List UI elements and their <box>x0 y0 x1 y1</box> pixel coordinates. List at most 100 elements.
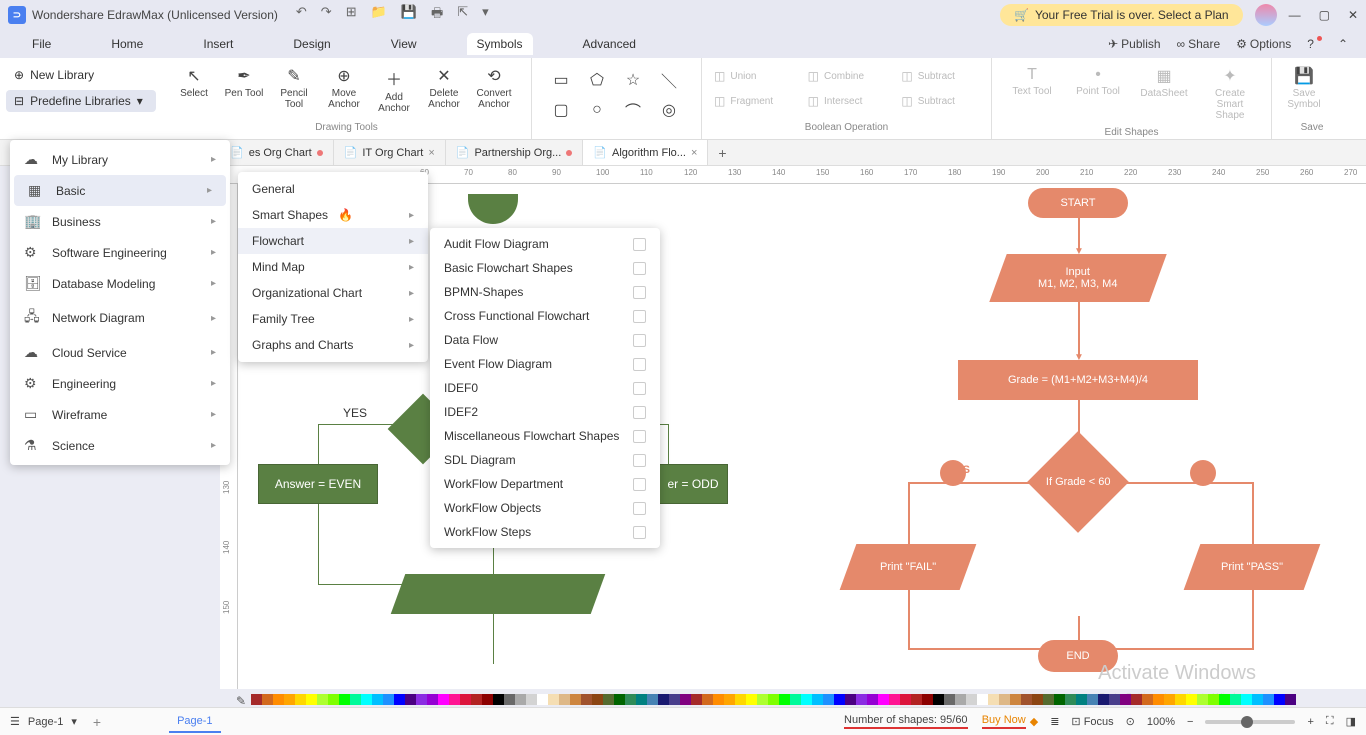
qat-more-icon[interactable]: ▾ <box>482 4 489 26</box>
maximize-button[interactable]: ▢ <box>1319 8 1330 22</box>
library-subcategory-menu[interactable]: GeneralSmart Shapes🔥▸Flowchart▸Mind Map▸… <box>238 172 428 362</box>
color-swatch[interactable] <box>988 694 999 705</box>
save-symbol-button[interactable]: 💾 Save Symbol <box>1280 62 1328 114</box>
color-swatch[interactable] <box>647 694 658 705</box>
flowchart-lib-workflow-objects[interactable]: WorkFlow Objects <box>430 496 660 520</box>
checkbox[interactable] <box>633 286 646 299</box>
flowchart-lib-data-flow[interactable]: Data Flow <box>430 328 660 352</box>
bool-combine[interactable]: ◫Combine <box>804 65 890 87</box>
color-swatch[interactable] <box>592 694 603 705</box>
color-swatch[interactable] <box>427 694 438 705</box>
lib-cat-business[interactable]: 🏢Business▸ <box>10 206 230 237</box>
color-swatch[interactable] <box>405 694 416 705</box>
flowchart-lib-workflow-department[interactable]: WorkFlow Department <box>430 472 660 496</box>
color-swatch[interactable] <box>823 694 834 705</box>
share-button[interactable]: ∞ Share <box>1177 37 1221 51</box>
color-swatch[interactable] <box>746 694 757 705</box>
close-tab-icon[interactable]: × <box>691 147 697 159</box>
zoom-slider[interactable] <box>1205 720 1295 724</box>
undo-icon[interactable]: ↶ <box>296 4 307 26</box>
minimize-button[interactable]: — <box>1289 8 1301 22</box>
color-swatch[interactable] <box>515 694 526 705</box>
menu-insert[interactable]: Insert <box>193 33 243 55</box>
open-icon[interactable]: 📁 <box>371 4 387 26</box>
shape-arc-icon[interactable]: ⌒ <box>625 98 641 122</box>
lib-sub-graphs-and-charts[interactable]: Graphs and Charts▸ <box>238 332 428 358</box>
print-icon[interactable]: 🖶 <box>431 4 443 26</box>
menu-file[interactable]: File <box>22 33 61 55</box>
new-library-button[interactable]: ⊕ New Library <box>6 64 156 86</box>
color-swatch[interactable] <box>1252 694 1263 705</box>
checkbox[interactable] <box>633 406 646 419</box>
help-button[interactable]: ? <box>1307 37 1322 51</box>
checkbox[interactable] <box>633 334 646 347</box>
lib-sub-family-tree[interactable]: Family Tree▸ <box>238 306 428 332</box>
color-swatch[interactable] <box>1241 694 1252 705</box>
shape-rect-icon[interactable]: ▭ <box>553 70 568 90</box>
lib-cat-science[interactable]: ⚗Science▸ <box>10 430 230 461</box>
color-swatch[interactable] <box>570 694 581 705</box>
bool-fragment[interactable]: ◫Fragment <box>710 90 796 112</box>
color-swatch[interactable] <box>1087 694 1098 705</box>
eyedropper-icon[interactable]: ✎ <box>236 694 247 705</box>
checkbox[interactable] <box>633 454 646 467</box>
shape-spiral-icon[interactable]: ◎ <box>662 100 676 120</box>
color-swatch[interactable] <box>438 694 449 705</box>
color-swatch[interactable] <box>1010 694 1021 705</box>
lib-sub-mind-map[interactable]: Mind Map▸ <box>238 254 428 280</box>
edit-point-tool[interactable]: •Point Tool <box>1066 62 1130 125</box>
bool-union[interactable]: ◫Union <box>710 65 796 87</box>
color-swatch[interactable] <box>724 694 735 705</box>
color-swatch[interactable] <box>856 694 867 705</box>
add-page-button[interactable]: + <box>85 714 109 730</box>
tool-add-anchor[interactable]: ＋Add Anchor <box>370 62 418 118</box>
color-swatch[interactable] <box>669 694 680 705</box>
menu-design[interactable]: Design <box>283 33 340 55</box>
color-swatch[interactable] <box>504 694 515 705</box>
lib-sub-organizational-chart[interactable]: Organizational Chart▸ <box>238 280 428 306</box>
edit-create-smart-shape[interactable]: ✦Create Smart Shape <box>1198 62 1262 125</box>
color-swatch[interactable] <box>559 694 570 705</box>
menu-symbols[interactable]: Symbols <box>467 33 533 55</box>
checkbox[interactable] <box>633 502 646 515</box>
color-swatch[interactable] <box>702 694 713 705</box>
flowchart-lib-audit-flow-diagram[interactable]: Audit Flow Diagram <box>430 232 660 256</box>
close-tab-icon[interactable]: × <box>428 147 434 159</box>
color-swatch[interactable] <box>581 694 592 705</box>
color-swatch[interactable] <box>691 694 702 705</box>
flowchart-lib-basic-flowchart-shapes[interactable]: Basic Flowchart Shapes <box>430 256 660 280</box>
color-swatch[interactable] <box>471 694 482 705</box>
panel-toggle-icon[interactable]: ◨ <box>1346 715 1356 728</box>
flowchart-lib-miscellaneous-flowchart-shapes[interactable]: Miscellaneous Flowchart Shapes <box>430 424 660 448</box>
color-swatch[interactable] <box>757 694 768 705</box>
color-swatch[interactable] <box>372 694 383 705</box>
color-swatch[interactable] <box>966 694 977 705</box>
color-swatch[interactable] <box>1065 694 1076 705</box>
color-swatch[interactable] <box>878 694 889 705</box>
color-swatch[interactable] <box>977 694 988 705</box>
export-icon[interactable]: ⇱ <box>457 4 468 26</box>
color-swatch[interactable] <box>933 694 944 705</box>
buy-now-link[interactable]: Buy Now <box>982 714 1026 729</box>
color-swatch[interactable] <box>548 694 559 705</box>
color-swatch[interactable] <box>1219 694 1230 705</box>
flowchart-lib-idef2[interactable]: IDEF2 <box>430 400 660 424</box>
color-swatch[interactable] <box>713 694 724 705</box>
color-swatch[interactable] <box>1142 694 1153 705</box>
options-button[interactable]: ⚙ Options <box>1236 37 1291 51</box>
color-swatch[interactable] <box>1197 694 1208 705</box>
lib-cat-cloud-service[interactable]: ☁Cloud Service▸ <box>10 337 230 368</box>
color-swatch[interactable] <box>922 694 933 705</box>
tool-pen-tool[interactable]: ✒Pen Tool <box>220 62 268 118</box>
add-tab-button[interactable]: + <box>708 145 736 161</box>
flowchart-lib-sdl-diagram[interactable]: SDL Diagram <box>430 448 660 472</box>
color-swatch[interactable] <box>482 694 493 705</box>
page-select[interactable]: Page-1 <box>28 716 63 728</box>
color-swatch[interactable] <box>1098 694 1109 705</box>
color-swatch[interactable] <box>1076 694 1087 705</box>
zoom-out-button[interactable]: − <box>1187 716 1193 728</box>
color-swatch[interactable] <box>889 694 900 705</box>
flowchart-shapes-menu[interactable]: Audit Flow DiagramBasic Flowchart Shapes… <box>430 228 660 548</box>
color-swatch[interactable] <box>317 694 328 705</box>
color-swatch[interactable] <box>1285 694 1296 705</box>
